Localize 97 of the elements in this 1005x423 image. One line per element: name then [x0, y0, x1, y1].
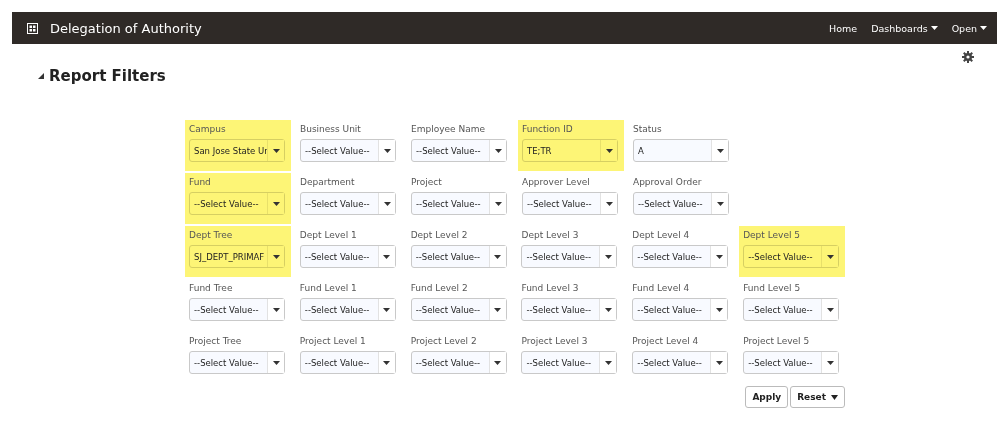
- filter-label: Dept Level 4: [632, 230, 691, 242]
- filter-label: Dept Level 1: [299, 230, 358, 242]
- filter-label: Fund Tree: [189, 283, 234, 295]
- dropdown-field[interactable]: --Select Value--: [521, 298, 618, 321]
- filter-label: Fund Level 5: [743, 283, 802, 295]
- dropdown-field[interactable]: --Select Value--: [633, 192, 729, 215]
- nav-link[interactable]: Home: [829, 22, 858, 34]
- dropdown-field[interactable]: --Select Value--: [743, 298, 840, 321]
- caret-icon: [383, 201, 391, 206]
- dropdown-field[interactable]: --Select Value--: [411, 192, 507, 215]
- filter-label: Fund Level 1: [299, 283, 358, 295]
- dropdown-field[interactable]: TE;TR: [522, 139, 618, 162]
- filter-label: Campus: [189, 124, 227, 136]
- caret-icon: [715, 360, 723, 365]
- caret-icon: [831, 394, 838, 400]
- nav-menu-link[interactable]: Open: [951, 22, 987, 34]
- caret-icon: [930, 26, 938, 30]
- filter-label: Department: [300, 177, 356, 189]
- menu-button[interactable]: Reset: [790, 386, 845, 408]
- caret-icon: [494, 307, 502, 312]
- dropdown-field[interactable]: --Select Value--: [521, 351, 618, 374]
- caret-icon: [383, 307, 391, 312]
- dropdown-field[interactable]: --Select Value--: [743, 351, 840, 374]
- filter-label: Project: [411, 177, 443, 189]
- caret-icon: [272, 360, 280, 365]
- dropdown-field[interactable]: --Select Value--: [410, 351, 507, 374]
- caret-icon: [494, 148, 502, 153]
- caret-icon: [715, 307, 723, 312]
- filter-label: Project Level 5: [743, 336, 811, 348]
- filter-label: Approval Order: [633, 177, 703, 189]
- dropdown-field[interactable]: --Select Value--: [632, 245, 729, 268]
- caret-icon: [272, 254, 280, 259]
- filter-label: Approver Level: [522, 177, 591, 189]
- apply-button[interactable]: Apply: [745, 386, 789, 408]
- filter-label: Project Level 3: [521, 336, 589, 348]
- filter-label: Dept Tree: [189, 230, 234, 242]
- filter-label: Fund Level 2: [410, 283, 469, 295]
- dropdown-field[interactable]: --Select Value--: [299, 351, 396, 374]
- caret-icon: [272, 201, 280, 206]
- caret-icon: [605, 148, 613, 153]
- filter-label: Status: [633, 124, 663, 136]
- dropdown-field[interactable]: A: [633, 139, 729, 162]
- caret-icon: [715, 254, 723, 259]
- filter-label: Fund: [189, 177, 212, 189]
- caret-icon: [716, 201, 724, 206]
- dropdown-field[interactable]: San Jose State Ur: [189, 139, 285, 162]
- dropdown-field[interactable]: --Select Value--: [411, 139, 507, 162]
- caret-icon: [272, 307, 280, 312]
- section-title: Report Filters: [49, 67, 166, 85]
- grid-icon: [27, 22, 38, 34]
- caret-icon: [605, 254, 612, 259]
- nav-menu-link[interactable]: Dashboards: [871, 22, 938, 34]
- caret-icon: [383, 148, 391, 153]
- filter-label: Fund Level 3: [521, 283, 580, 295]
- filter-label: Business Unit: [300, 124, 362, 136]
- filter-label: Project Level 1: [299, 336, 367, 348]
- caret-icon: [605, 307, 612, 312]
- caret-icon: [826, 254, 834, 259]
- app-title: Delegation of Authority: [50, 20, 202, 36]
- dropdown-field[interactable]: --Select Value--: [521, 245, 618, 268]
- caret-icon: [494, 360, 502, 365]
- filter-label: Project Level 2: [410, 336, 478, 348]
- filter-label: Function ID: [522, 124, 574, 136]
- filter-label: Fund Level 4: [632, 283, 691, 295]
- caret-icon: [494, 201, 502, 206]
- dropdown-field[interactable]: --Select Value--: [743, 245, 840, 268]
- dropdown-field[interactable]: --Select Value--: [410, 245, 507, 268]
- caret-icon: [383, 360, 391, 365]
- caret-icon: [494, 254, 502, 259]
- filter-label: Project Level 4: [632, 336, 700, 348]
- caret-icon: [383, 254, 391, 259]
- filter-label: Dept Level 3: [521, 230, 580, 242]
- caret-icon: [826, 307, 834, 312]
- dropdown-field[interactable]: --Select Value--: [189, 351, 285, 374]
- dropdown-field[interactable]: --Select Value--: [300, 139, 396, 162]
- caret-icon: [605, 360, 612, 365]
- dropdown-field[interactable]: --Select Value--: [410, 298, 507, 321]
- settings-icon[interactable]: [962, 51, 974, 63]
- dropdown-field[interactable]: --Select Value--: [632, 298, 729, 321]
- caret-icon: [826, 360, 834, 365]
- dropdown-field[interactable]: --Select Value--: [299, 298, 396, 321]
- caret-icon: [605, 201, 613, 206]
- filter-label: Dept Level 5: [743, 230, 802, 242]
- caret-icon: [980, 26, 987, 30]
- dropdown-field[interactable]: --Select Value--: [300, 192, 396, 215]
- dropdown-field[interactable]: SJ_DEPT_PRIMAF: [189, 245, 285, 268]
- caret-icon: [272, 148, 280, 153]
- dropdown-field[interactable]: --Select Value--: [189, 192, 285, 215]
- filter-label: Project Tree: [189, 336, 243, 348]
- dropdown-field[interactable]: --Select Value--: [632, 351, 729, 374]
- dropdown-field[interactable]: --Select Value--: [522, 192, 618, 215]
- collapse-icon[interactable]: [38, 73, 44, 79]
- filter-label: Employee Name: [411, 124, 486, 136]
- filter-label: Dept Level 2: [410, 230, 469, 242]
- dropdown-field[interactable]: --Select Value--: [189, 298, 285, 321]
- dropdown-field[interactable]: --Select Value--: [299, 245, 396, 268]
- caret-icon: [716, 148, 724, 153]
